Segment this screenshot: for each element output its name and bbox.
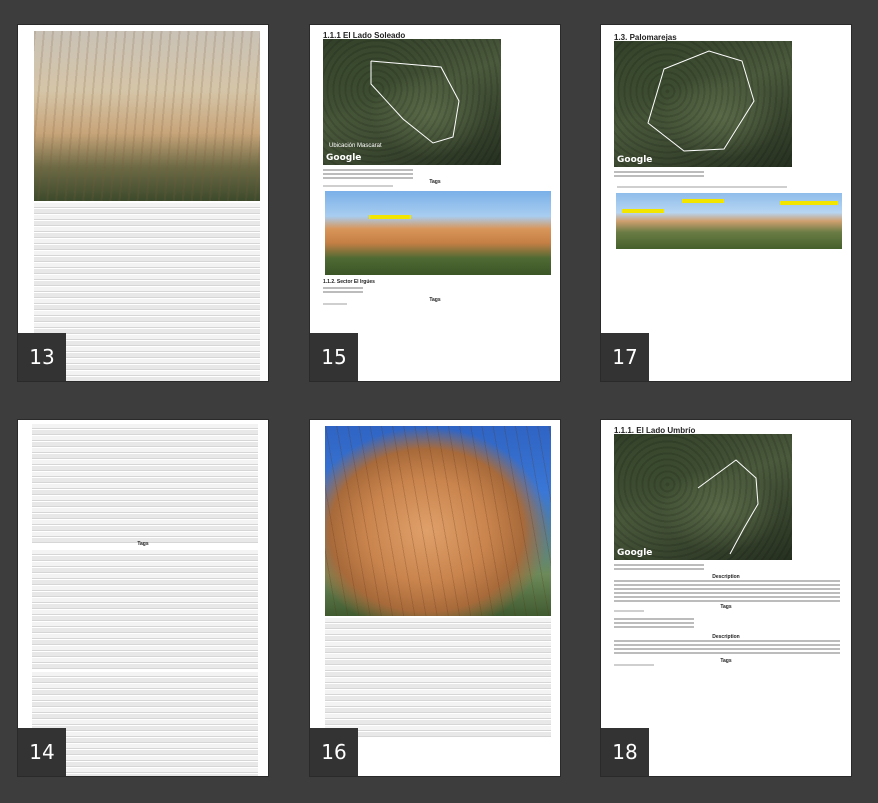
description-text xyxy=(614,580,840,604)
page-number-badge: 18 xyxy=(601,728,649,776)
page-thumbnail-16[interactable]: 16 xyxy=(310,420,560,776)
tags-row-2 xyxy=(614,664,654,666)
sector-outline xyxy=(647,50,755,152)
page-number-badge: 16 xyxy=(310,728,358,776)
route-table xyxy=(325,618,551,738)
satellite-map: Ubicación Mascarat Google xyxy=(323,39,501,165)
subsector-title: 1.1.2. Sector El Irgúes xyxy=(323,279,375,285)
page-number-badge: 15 xyxy=(310,333,358,381)
tags-row xyxy=(323,185,393,187)
sector-panorama xyxy=(325,191,551,275)
route-table-top xyxy=(32,424,258,544)
page-thumbnail-17[interactable]: 1.3. Palomarejas Google 17 xyxy=(601,25,851,381)
page-thumbnail-13[interactable]: 13 xyxy=(18,25,268,381)
page-thumbnail-15[interactable]: 1.1.1 El Lado Soleado Ubicación Mascarat… xyxy=(310,25,560,381)
crag-photo xyxy=(34,31,260,201)
page-number-badge: 14 xyxy=(18,728,66,776)
google-label: Google xyxy=(326,153,362,163)
satellite-map: Google xyxy=(614,434,792,560)
sector-outline xyxy=(697,459,759,555)
satellite-map: Google xyxy=(614,41,792,167)
page-thumbnail-14[interactable]: Tags 14 xyxy=(18,420,268,776)
tags-heading: Tags xyxy=(137,541,149,547)
page-number-badge: 17 xyxy=(601,333,649,381)
route-table xyxy=(34,203,260,381)
tags-heading-2: Tags xyxy=(429,297,441,303)
page-number-badge: 13 xyxy=(18,333,66,381)
page-thumbnail-18[interactable]: 1.1.1. El Lado Umbrío Google Description… xyxy=(601,420,851,776)
subsector-info-text xyxy=(323,287,363,295)
tags-row-2 xyxy=(323,303,347,305)
google-label: Google xyxy=(617,155,653,165)
subsector-text xyxy=(614,618,694,630)
tags-row xyxy=(617,186,787,188)
map-overlay-label: Ubicación Mascarat xyxy=(329,143,382,149)
google-label: Google xyxy=(617,548,653,558)
route-table-middle xyxy=(32,550,258,670)
description-text-2 xyxy=(614,640,840,656)
sector-info-text xyxy=(614,171,704,179)
tags-row xyxy=(614,610,644,612)
sector-panorama xyxy=(616,193,842,249)
crag-photo xyxy=(325,426,551,616)
sector-info-text xyxy=(614,564,704,572)
